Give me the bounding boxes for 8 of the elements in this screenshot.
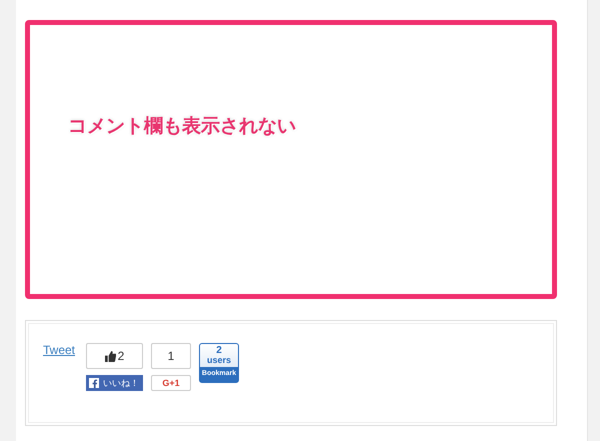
google-plus-button[interactable]: G+1 [151,375,192,391]
thumbs-up-icon [104,350,116,362]
annotation-text: コメント欄も表示されない [68,115,296,137]
plus-one-count: 1 [151,343,192,369]
facebook-f-icon [89,378,100,388]
tweet-link[interactable]: Tweet [43,343,76,357]
like-count-number: 2 [118,349,124,363]
facebook-like-button[interactable]: いいね！ [86,375,144,391]
